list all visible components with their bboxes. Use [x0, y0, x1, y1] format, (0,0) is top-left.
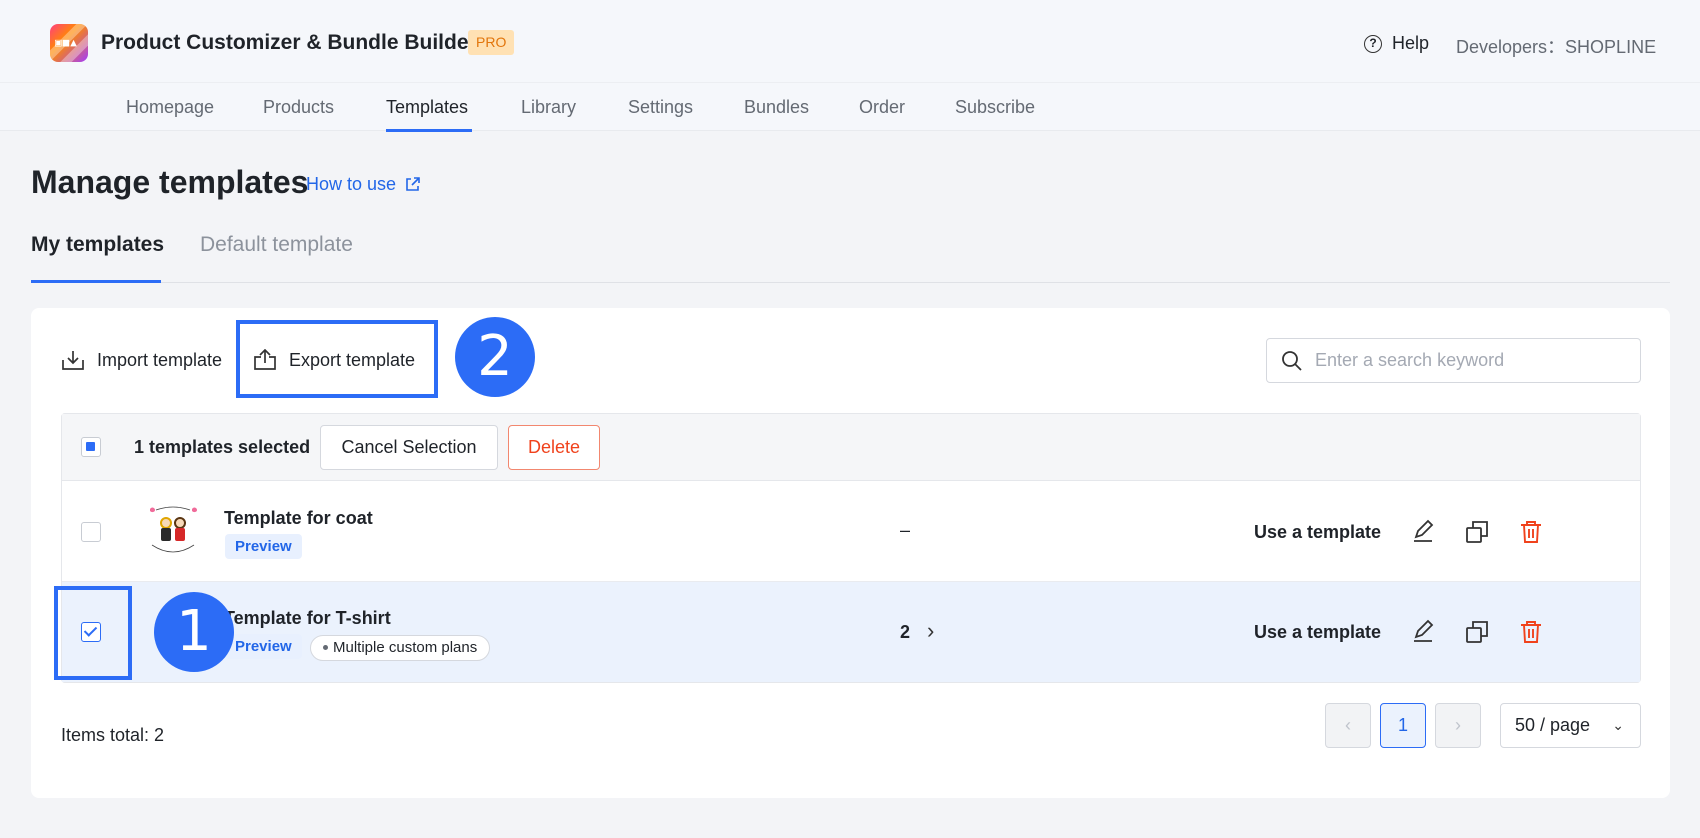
app-title: Product Customizer & Bundle Builder: [101, 31, 477, 54]
search-icon: [1282, 350, 1302, 371]
nav-item-subscribe[interactable]: Subscribe: [955, 97, 1035, 118]
delete-selected-button[interactable]: Delete: [508, 425, 600, 470]
use-template-link[interactable]: Use a template: [1254, 522, 1381, 543]
step-2-marker: 2: [455, 317, 535, 397]
checkbox-highlight-box: [54, 586, 132, 680]
cancel-selection-button[interactable]: Cancel Selection: [320, 425, 498, 470]
nav-active-indicator: [386, 129, 472, 132]
selected-count-text: 1 templates selected: [134, 437, 311, 457]
template-name: Template for coat: [224, 508, 373, 528]
search-box: [1266, 338, 1641, 383]
table-row: [62, 481, 1640, 582]
tab-my-templates[interactable]: My templates: [31, 233, 164, 257]
chevron-left-icon: ‹: [1345, 715, 1351, 735]
table-row: [62, 582, 1640, 682]
import-icon: [62, 351, 84, 370]
plan-count: 2: [900, 622, 911, 642]
template-thumbnail-image: [150, 506, 197, 553]
nav-item-products[interactable]: Products: [263, 97, 334, 118]
chevron-right-icon[interactable]: ›: [927, 618, 934, 644]
nav-item-settings[interactable]: Settings: [628, 97, 693, 118]
step-1-marker: 1: [154, 592, 234, 672]
copy-icon[interactable]: [1464, 519, 1490, 545]
top-bar: ▣■▲ Product Customizer & Bundle Builder …: [0, 0, 1700, 82]
search-input[interactable]: [1315, 350, 1625, 371]
developers-label: Developers：SHOPLINE: [1456, 37, 1657, 57]
help-icon: ?: [1364, 34, 1382, 53]
nav-item-library[interactable]: Library: [521, 97, 576, 118]
preview-link[interactable]: Preview: [225, 634, 302, 659]
chevron-down-icon: ⌄: [1612, 717, 1624, 733]
next-page-button[interactable]: ›: [1435, 703, 1481, 748]
tab-default-template[interactable]: Default template: [200, 233, 353, 257]
nav-item-homepage[interactable]: Homepage: [126, 97, 214, 118]
multiple-plans-label: Multiple custom plans: [333, 639, 478, 656]
import-template-label: Import template: [97, 349, 223, 370]
use-template-link[interactable]: Use a template: [1254, 622, 1381, 643]
page-size-label: 50 / page: [1515, 715, 1591, 735]
help-link[interactable]: ? Help: [1364, 33, 1429, 54]
how-to-use-link[interactable]: How to use: [306, 174, 421, 195]
pro-badge: PRO: [468, 30, 515, 55]
multiple-plans-tag: Multiple custom plans: [310, 635, 491, 661]
page-title: Manage templates: [31, 164, 309, 200]
delete-icon[interactable]: [1518, 519, 1544, 545]
preview-link[interactable]: Preview: [225, 534, 302, 559]
tabs-divider: [31, 282, 1670, 283]
export-highlight-box: [236, 320, 438, 398]
help-label: Help: [1392, 33, 1430, 53]
items-total: Items total: 2: [61, 725, 165, 745]
prev-page-button[interactable]: ‹: [1325, 703, 1371, 748]
dot-icon: [323, 644, 328, 650]
how-to-use-label: How to use: [306, 174, 397, 194]
delete-icon[interactable]: [1518, 619, 1544, 645]
nav-item-order[interactable]: Order: [859, 97, 905, 118]
nav-item-bundles[interactable]: Bundles: [744, 97, 809, 118]
select-all-checkbox[interactable]: [81, 437, 101, 457]
copy-icon[interactable]: [1464, 619, 1490, 645]
edit-icon[interactable]: [1410, 519, 1436, 545]
template-name: Template for T-shirt: [224, 608, 391, 628]
chevron-right-icon: ›: [1455, 715, 1461, 735]
external-link-icon: [406, 177, 420, 191]
app-logo-icon: ▣■▲: [50, 24, 88, 62]
page-number-button[interactable]: 1: [1380, 703, 1426, 748]
row-checkbox[interactable]: [81, 522, 101, 542]
template-thumbnail: [142, 501, 204, 561]
main-nav: Homepage Products Templates Library Sett…: [0, 82, 1700, 131]
nav-item-templates[interactable]: Templates: [386, 97, 468, 118]
tab-active-indicator: [31, 280, 161, 283]
page-size-select[interactable]: 50 / page ⌄: [1500, 703, 1641, 748]
import-template-button[interactable]: Import template: [61, 349, 222, 371]
edit-icon[interactable]: [1410, 619, 1436, 645]
plan-count: –: [900, 520, 911, 540]
